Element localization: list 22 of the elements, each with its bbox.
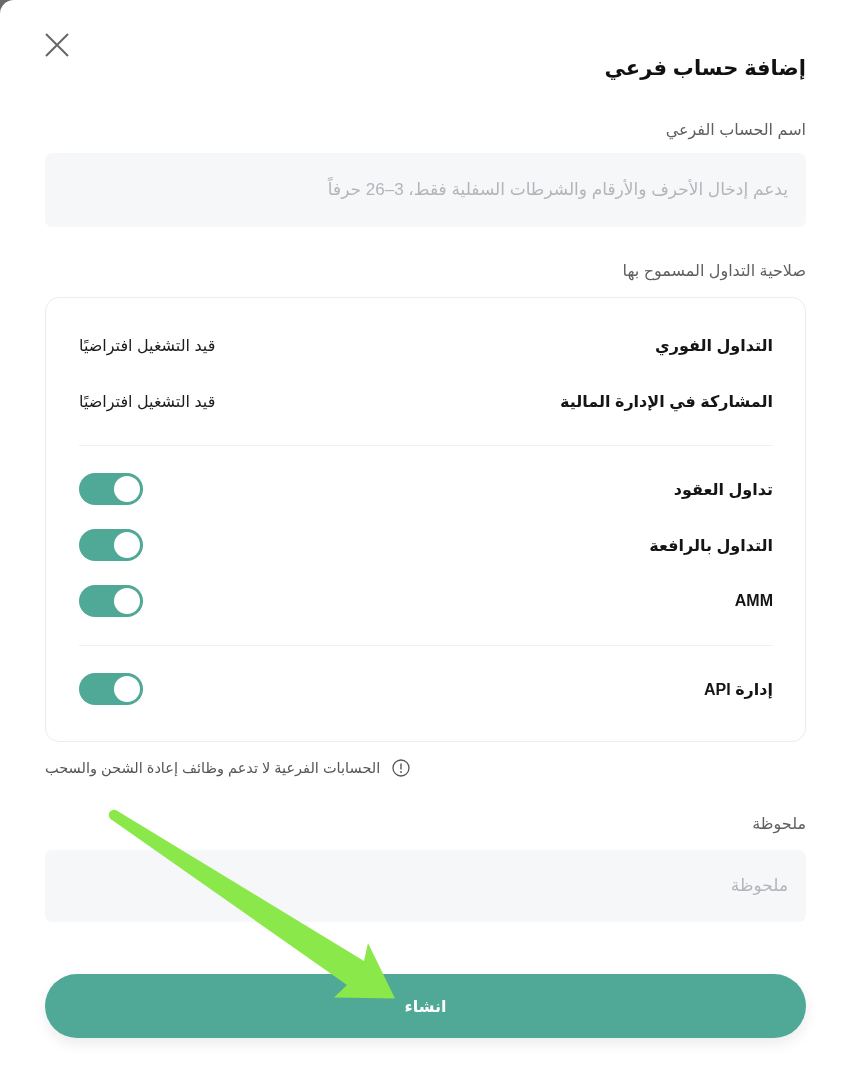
notice-text: الحسابات الفرعية لا تدعم وظائف إعادة الشحن والسحب <box>45 759 381 778</box>
field-label: ملحوظة <box>752 814 806 835</box>
toggle-switch[interactable] <box>79 673 143 705</box>
toggle-switch[interactable] <box>79 473 143 505</box>
permission-label: AMM <box>734 592 773 610</box>
info-icon <box>392 759 411 777</box>
section-label: صلاحية التداول المسموح بها <box>622 261 806 282</box>
toggle-switch[interactable] <box>79 529 143 561</box>
dialog-title: إضافة حساب فرعي <box>604 55 806 82</box>
field-label: اسم الحساب الفرعي <box>665 120 806 141</box>
permission-label: التداول بالرافعة <box>649 535 773 555</box>
status-text: قيد التشغيل افتراضيًا <box>79 335 216 355</box>
permission-label: المشاركة في الإدارة المالية <box>560 391 773 411</box>
permission-label: التداول الفوري <box>655 335 773 355</box>
create-button[interactable]: انشاء <box>45 974 806 1038</box>
permission-label: إدارة API <box>704 679 773 699</box>
close-icon[interactable] <box>45 33 69 57</box>
input-field[interactable]: يدعم إدخال الأحرف والأرقام والشرطات السفلية فقط، 3–26 حرفاً <box>45 153 806 227</box>
permission-label: تداول العقود <box>673 479 773 499</box>
input-field[interactable]: ملحوظة <box>45 850 806 922</box>
status-text: قيد التشغيل افتراضيًا <box>79 391 216 411</box>
toggle-switch[interactable] <box>79 585 143 617</box>
